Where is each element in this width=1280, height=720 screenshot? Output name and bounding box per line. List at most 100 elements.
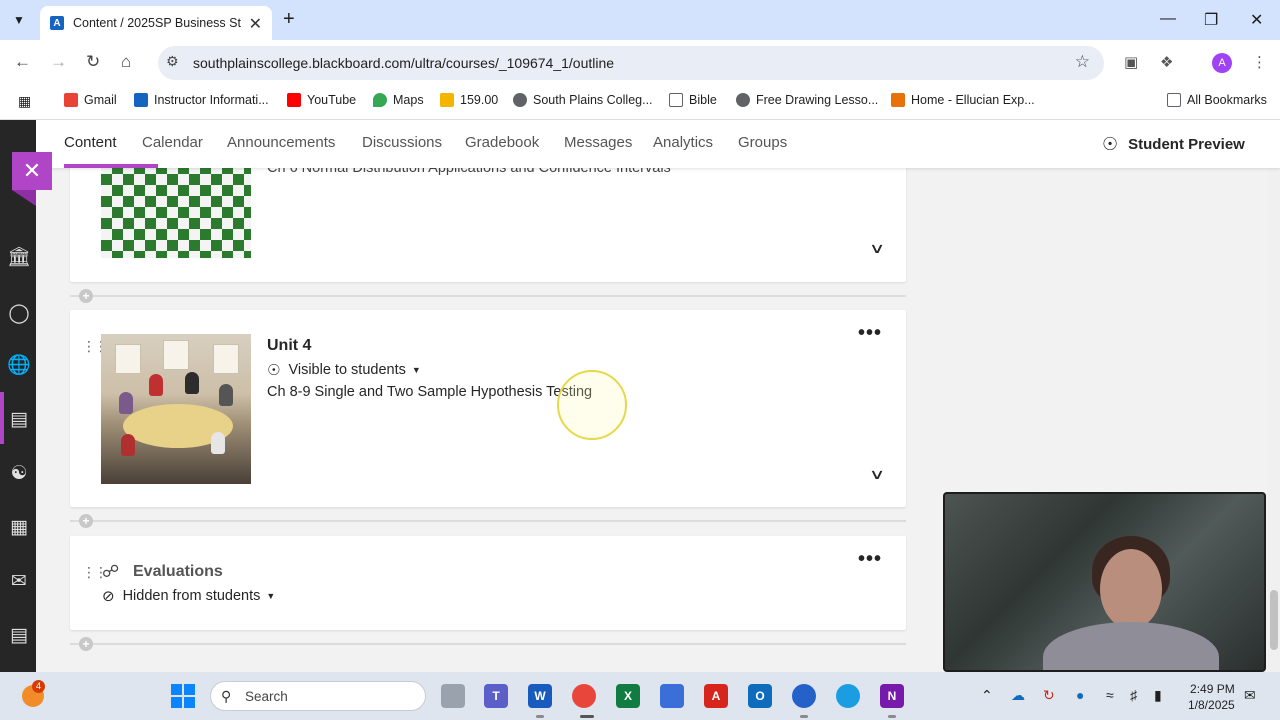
add-content-plus-icon[interactable]: + (79, 637, 93, 651)
add-content-divider (70, 520, 906, 522)
screen-recorder-icon[interactable] (792, 684, 816, 708)
tray-overflow-chevron-icon[interactable]: ⌃ (981, 687, 993, 704)
folder-icon (669, 93, 683, 107)
unit-4-card[interactable]: ⋮⋮ Unit 4 ☉ Visible to students ▼ Ch 8-9… (70, 310, 906, 507)
browser-tab-active[interactable]: A Content / 2025SP Business Stati ✕ (40, 6, 272, 40)
tab-content[interactable]: Content (64, 134, 117, 151)
organizations-people-icon[interactable]: ☯ (8, 462, 30, 484)
apps-grid-icon[interactable]: ▦ (18, 93, 34, 109)
bookmark-ellucian[interactable]: Home - Ellucian Exp... (891, 93, 1035, 107)
bookmark-south-plains[interactable]: South Plains Colleg... (513, 93, 653, 107)
word-icon[interactable]: W (528, 684, 552, 708)
windows-start-icon[interactable] (171, 684, 195, 708)
add-content-divider (70, 643, 906, 645)
add-content-plus-icon[interactable]: + (79, 514, 93, 528)
profile-person-icon[interactable]: ◯ (8, 302, 30, 324)
bookmark-free-drawing[interactable]: Free Drawing Lesso... (736, 93, 878, 107)
more-options-icon[interactable]: ••• (858, 322, 882, 345)
back-arrow-icon[interactable]: ← (14, 52, 31, 72)
tab-groups[interactable]: Groups (738, 134, 787, 151)
reload-icon[interactable]: ↻ (86, 52, 100, 72)
more-options-icon[interactable]: ••• (858, 548, 882, 571)
tab-gradebook[interactable]: Gradebook (465, 134, 539, 151)
calendar-icon[interactable]: ▦ (8, 516, 30, 538)
window-close-icon[interactable]: ✕ (1250, 10, 1263, 30)
extensions-puzzle-icon[interactable]: ❖ (1160, 53, 1173, 71)
browser-menu-icon[interactable]: ⋮ (1252, 53, 1267, 71)
evaluations-title[interactable]: Evaluations (133, 563, 223, 581)
expand-chevron-icon[interactable]: ∨ (869, 466, 885, 483)
wall-chart (115, 344, 141, 374)
messages-envelope-icon[interactable]: ✉ (8, 570, 30, 592)
eye-preview-icon: ☉ (1102, 134, 1119, 154)
teams-icon[interactable]: T (484, 684, 508, 708)
wifi-icon[interactable]: ≈ (1106, 687, 1114, 703)
hidden-visibility-dropdown[interactable]: ⊘ Hidden from students ▼ (102, 587, 275, 605)
tab-search-chevron-icon[interactable]: ▼ (6, 8, 32, 32)
evaluations-card[interactable]: ⋮⋮ ☍ Evaluations ⊘ Hidden from students … (70, 536, 906, 630)
bookmark-youtube[interactable]: YouTube (287, 93, 356, 107)
bookmark-maps[interactable]: Maps (373, 93, 424, 107)
battery-icon[interactable]: ▮ (1154, 687, 1162, 704)
unit-4-title[interactable]: Unit 4 (267, 337, 311, 355)
speaker-muted-icon[interactable]: ♯ (1130, 687, 1137, 703)
visibility-dropdown[interactable]: ☉ Visible to students ▼ (267, 361, 421, 379)
excel-icon[interactable]: X (616, 684, 640, 708)
edge-icon[interactable] (836, 684, 860, 708)
word-running-indicator (536, 715, 544, 718)
window-minimize-icon[interactable]: — (1160, 10, 1176, 28)
tab-announcements[interactable]: Announcements (227, 134, 335, 151)
acrobat-icon[interactable]: A (704, 684, 728, 708)
site-info-icon[interactable]: ⚙ (166, 53, 179, 70)
new-tab-plus-icon[interactable]: + (283, 8, 295, 31)
globe-activity-icon[interactable]: 🌐 (7, 354, 31, 376)
tab-title: Content / 2025SP Business Stati (73, 16, 241, 30)
chrome-icon[interactable] (572, 684, 596, 708)
notification-icon[interactable]: ✉ (1244, 687, 1256, 704)
bookmark-star-icon[interactable]: ☆ (1075, 52, 1090, 72)
grades-document-icon[interactable]: ▤ (8, 624, 30, 646)
courses-book-icon[interactable]: ▤ (8, 408, 30, 430)
presenter-face (1100, 549, 1162, 629)
recorder-running-indicator (800, 715, 808, 718)
microphone-icon[interactable]: ● (1076, 687, 1084, 703)
onenote-running-indicator (888, 715, 896, 718)
taskbar-clock[interactable]: 2:49 PM 1/8/2025 (1188, 681, 1235, 713)
all-bookmarks[interactable]: All Bookmarks (1167, 93, 1267, 107)
rail-active-indicator (0, 392, 4, 444)
bookmark-gmail[interactable]: Gmail (64, 93, 117, 107)
unit-4-thumbnail (101, 334, 251, 484)
page-scrollbar[interactable] (1268, 120, 1280, 672)
bookmark-159[interactable]: 159.00 (440, 93, 498, 107)
tab-analytics[interactable]: Analytics (653, 134, 713, 151)
close-course-panel-icon[interactable]: ✕ (12, 152, 52, 190)
institution-icon[interactable]: 🏛 (7, 246, 31, 268)
bookmark-bible[interactable]: Bible (669, 93, 717, 107)
onenote-icon[interactable]: N (880, 684, 904, 708)
tab-close-icon[interactable]: ✕ (249, 14, 262, 34)
person (185, 372, 199, 394)
home-icon[interactable]: ⌂ (121, 52, 131, 72)
window-restore-icon[interactable]: ❐ (1204, 10, 1218, 30)
add-content-plus-icon[interactable]: + (79, 289, 93, 303)
address-bar[interactable]: ⚙ southplainscollege.blackboard.com/ultr… (158, 46, 1104, 80)
student-preview-button[interactable]: ☉ Student Preview (1102, 134, 1245, 155)
taskbar-search-input[interactable]: ⚲ Search (210, 681, 426, 711)
tab-discussions[interactable]: Discussions (362, 134, 442, 151)
store-icon[interactable] (660, 684, 684, 708)
forward-arrow-icon[interactable]: → (50, 52, 67, 72)
outlook-icon[interactable]: O (748, 684, 772, 708)
profile-avatar[interactable]: A (1212, 53, 1232, 73)
youtube-icon (287, 93, 301, 107)
tab-messages[interactable]: Messages (564, 134, 632, 151)
tab-calendar[interactable]: Calendar (142, 134, 203, 151)
extension-icon[interactable]: ▣ (1124, 53, 1138, 71)
bookmark-instructor-info[interactable]: Instructor Informati... (134, 93, 269, 107)
file-explorer-icon[interactable] (441, 684, 465, 708)
scrollbar-thumb[interactable] (1270, 590, 1278, 650)
person (211, 432, 225, 454)
onedrive-cloud-icon[interactable]: ☁ (1011, 687, 1025, 704)
search-icon: ⚲ (221, 688, 232, 704)
expand-chevron-icon[interactable]: ∨ (869, 240, 885, 257)
sync-icon[interactable]: ↻ (1043, 687, 1055, 704)
